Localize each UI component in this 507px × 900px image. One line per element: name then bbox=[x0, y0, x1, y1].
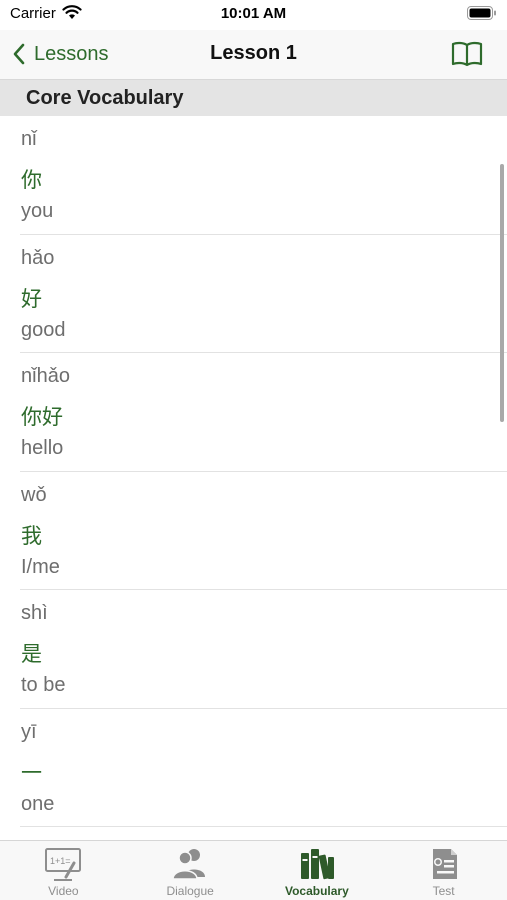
back-button-label: Lessons bbox=[34, 42, 109, 65]
vocab-row[interactable]: shì 是 to be bbox=[20, 590, 507, 709]
tab-vocabulary[interactable]: Vocabulary bbox=[254, 841, 381, 900]
tab-bar: 1+1= Video Dialogue Vocabulary Test bbox=[0, 840, 507, 900]
vocab-pinyin: yī bbox=[21, 720, 37, 743]
tab-label: Vocabulary bbox=[284, 884, 349, 898]
battery-icon bbox=[467, 6, 496, 20]
books-icon bbox=[300, 849, 334, 880]
tab-video[interactable]: 1+1= Video bbox=[0, 841, 127, 900]
vocab-hanzi: 一 bbox=[21, 760, 42, 785]
tab-label: Video bbox=[48, 884, 79, 898]
vocab-pinyin: nǐhǎo bbox=[21, 365, 70, 387]
vocab-meaning: you bbox=[21, 200, 54, 222]
vocab-hanzi: 你好 bbox=[21, 405, 63, 429]
tab-label: Dialogue bbox=[166, 884, 214, 898]
navigation-bar: Lessons Lesson 1 bbox=[0, 30, 507, 80]
vocab-meaning: I/me bbox=[21, 555, 60, 578]
vocab-hanzi: 你 bbox=[21, 168, 42, 192]
status-time: 10:01 AM bbox=[220, 5, 287, 22]
vocabulary-list[interactable]: Core Vocabulary nǐ 你 you hǎo 好 good nǐhǎ… bbox=[0, 80, 507, 840]
vocab-hanzi: 是 bbox=[21, 642, 42, 666]
vocab-meaning: hello bbox=[21, 437, 64, 459]
section-header: Core Vocabulary bbox=[0, 80, 507, 116]
vocab-row[interactable]: hǎo 好 good bbox=[20, 235, 507, 353]
vocab-row[interactable]: nǐhǎo 你好 hello bbox=[20, 353, 507, 472]
vocab-meaning: good bbox=[21, 318, 66, 341]
vocab-row[interactable]: yī 一 one bbox=[20, 709, 507, 827]
tab-label: Test bbox=[432, 884, 455, 898]
chevron-left-icon bbox=[13, 43, 25, 65]
scrollbar[interactable] bbox=[500, 164, 504, 422]
vocab-row[interactable]: nǐ 你 you bbox=[20, 116, 507, 235]
vocab-pinyin: wǒ bbox=[21, 483, 47, 506]
people-icon bbox=[172, 849, 206, 880]
vocab-pinyin: shì bbox=[21, 602, 48, 624]
back-button[interactable]: Lessons bbox=[12, 38, 109, 70]
tab-test[interactable]: Test bbox=[380, 841, 507, 900]
video-lesson-icon: 1+1= bbox=[45, 848, 82, 881]
svg-text:1+1=: 1+1= bbox=[50, 856, 71, 866]
vocab-row[interactable]: wǒ 我 I/me bbox=[20, 472, 507, 590]
vocab-meaning: to be bbox=[21, 674, 66, 696]
open-book-icon[interactable] bbox=[451, 40, 483, 68]
test-certificate-icon bbox=[432, 849, 457, 879]
status-bar: Carrier 10:01 AM bbox=[0, 0, 507, 30]
tab-dialogue[interactable]: Dialogue bbox=[127, 841, 254, 900]
vocab-pinyin: nǐ bbox=[21, 128, 37, 150]
vocab-pinyin: hǎo bbox=[21, 246, 55, 269]
vocab-hanzi: 好 bbox=[21, 286, 42, 311]
vocab-meaning: one bbox=[21, 792, 55, 815]
vocab-hanzi: 我 bbox=[21, 523, 42, 548]
